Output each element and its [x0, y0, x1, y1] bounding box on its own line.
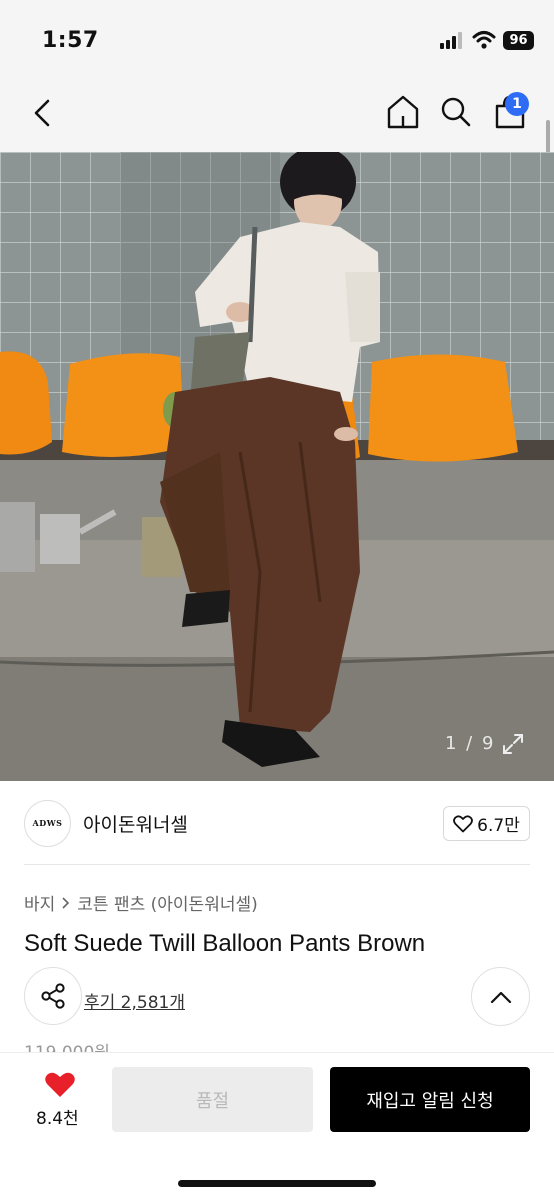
status-bar: 1:57 96	[0, 0, 554, 80]
share-button[interactable]	[24, 967, 82, 1025]
share-icon	[41, 983, 65, 1009]
battery-indicator: 96	[503, 31, 534, 50]
expand-icon[interactable]	[502, 733, 524, 755]
divider	[24, 864, 530, 865]
top-navigation-bar	[0, 80, 554, 152]
product-photo[interactable]	[0, 152, 554, 781]
brand-name[interactable]: 아이돈워너셀	[83, 810, 188, 837]
image-counter: 1 / 9	[445, 733, 496, 754]
review-count-link[interactable]: 후기 2,581개	[84, 988, 185, 1013]
heart-outline-icon	[453, 814, 474, 832]
search-icon[interactable]	[440, 96, 472, 128]
cellular-signal-icon	[440, 32, 464, 49]
wish-count: 8.4천	[36, 1109, 79, 1129]
back-arrow-icon[interactable]	[28, 96, 58, 130]
breadcrumb-category[interactable]: 바지	[24, 890, 55, 915]
home-icon[interactable]	[386, 94, 420, 130]
soldout-button[interactable]: 품절	[112, 1067, 313, 1132]
product-title: Soft Suede Twill Balloon Pants Brown	[24, 930, 426, 957]
breadcrumb-subcategory[interactable]: 코튼 팬츠 (아이돈워너셀)	[77, 890, 257, 915]
breadcrumb: 바지 코튼 팬츠 (아이돈워너셀)	[24, 890, 258, 915]
home-indicator	[178, 1180, 376, 1187]
brand-like-button[interactable]: 6.7만	[443, 806, 530, 841]
cart-count-badge: 1	[505, 92, 529, 116]
chevron-right-icon	[62, 896, 70, 909]
status-time: 1:57	[42, 28, 99, 53]
brand-logo[interactable]: ADWS	[24, 800, 71, 847]
brand-like-count: 6.7만	[477, 816, 520, 836]
restock-alert-button[interactable]: 재입고 알림 신청	[330, 1067, 530, 1132]
product-price: 119,000원	[24, 1038, 110, 1052]
chevron-up-icon	[490, 991, 511, 1003]
scroll-to-top-button[interactable]	[471, 967, 530, 1026]
wifi-icon	[472, 31, 496, 49]
heart-filled-icon[interactable]	[44, 1071, 76, 1099]
